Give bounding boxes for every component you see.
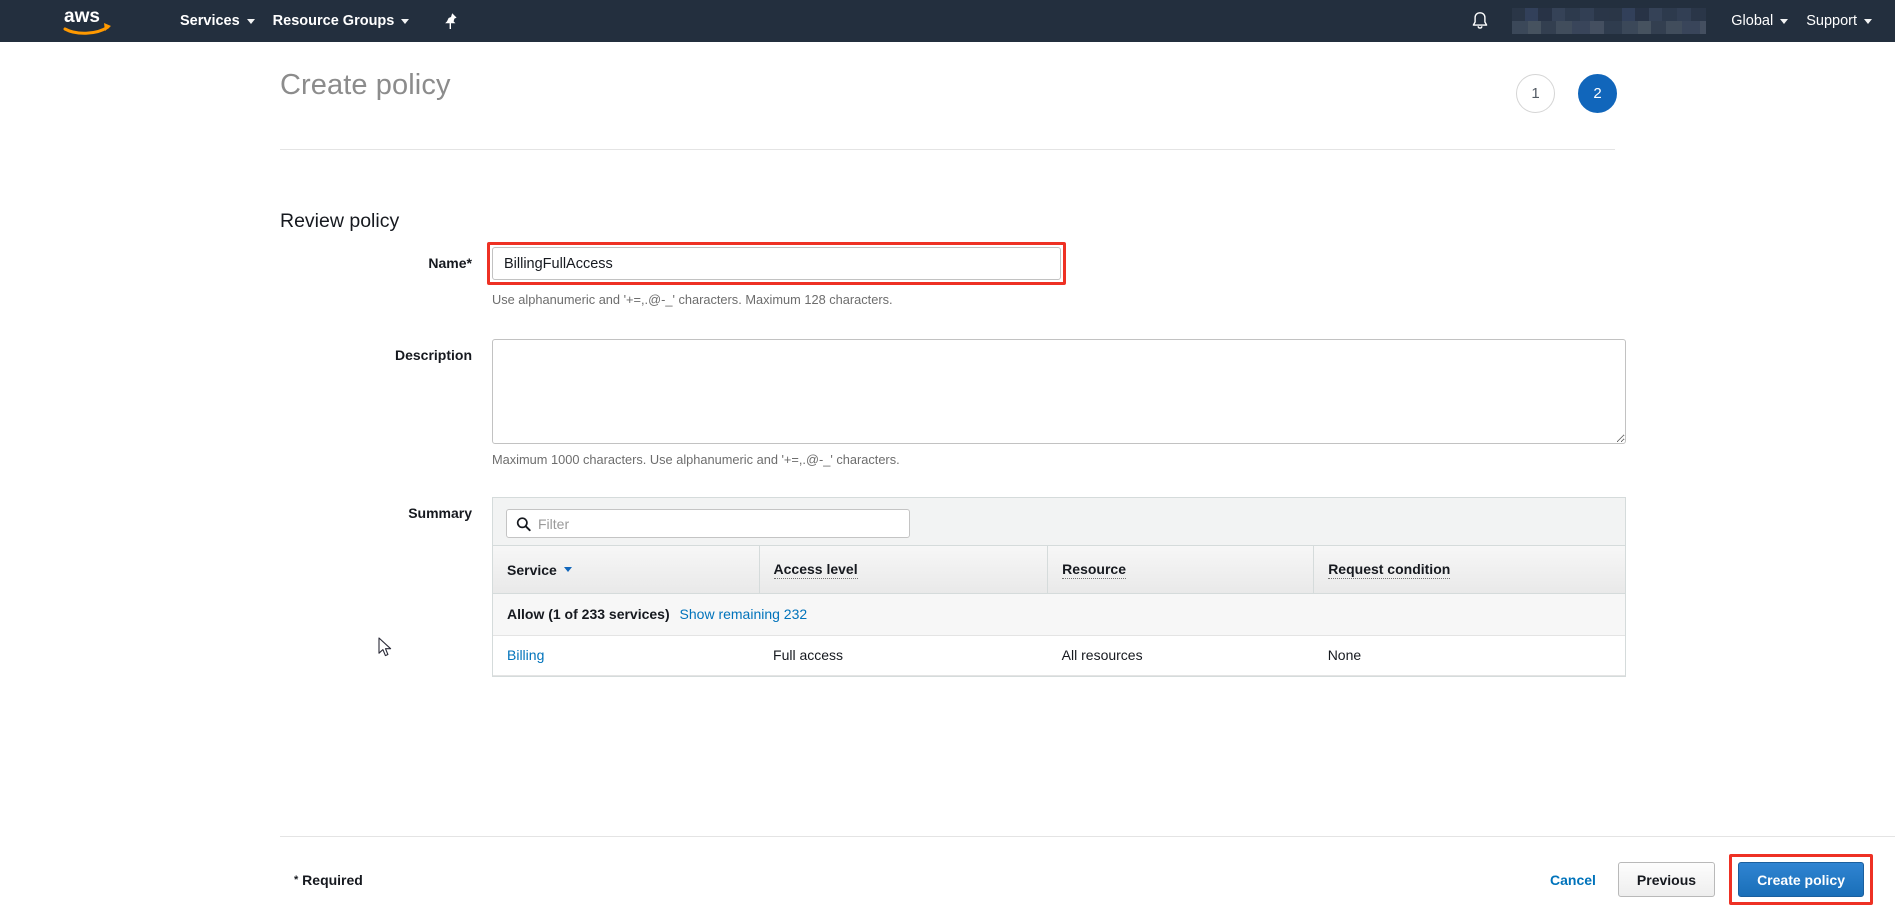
column-header-request-condition-label: Request condition [1328, 560, 1451, 579]
nav-services[interactable]: Services [171, 0, 264, 42]
summary-toolbar [493, 498, 1625, 546]
column-header-access-level[interactable]: Access level [759, 546, 1049, 594]
wizard-step-2-label: 2 [1593, 85, 1602, 102]
summary-form-row: Summary Filter Service Access level Reso… [280, 497, 1630, 677]
aws-logo[interactable]: aws [62, 5, 114, 37]
aws-top-navigation: aws Services Resource Groups Global Supp… [0, 0, 1895, 42]
account-name-redacted[interactable] [1512, 8, 1707, 34]
page-title: Create policy [280, 69, 451, 101]
service-link-billing[interactable]: Billing [507, 647, 544, 663]
wizard-step-indicator: 1 2 [1516, 74, 1617, 113]
name-hint-text: Use alphanumeric and '+=,.@-_' character… [492, 292, 893, 307]
filter-wrap [506, 509, 910, 538]
summary-group-row: Allow (1 of 233 services) Show remaining… [493, 593, 1625, 636]
summary-filter-input[interactable] [506, 509, 910, 538]
header-divider [280, 149, 1615, 150]
summary-field-wrap: Service Access level Resource [492, 497, 1630, 677]
notifications-bell-icon[interactable] [1468, 9, 1492, 33]
name-form-row: Name* Use alphanumeric and '+=,.@-_' cha… [280, 242, 1630, 307]
show-remaining-link[interactable]: Show remaining 232 [680, 606, 808, 622]
nav-right-group: Global Support [1468, 0, 1895, 42]
wizard-step-2[interactable]: 2 [1578, 74, 1617, 113]
nav-services-label: Services [180, 13, 240, 29]
cell-access-level: Full access [759, 635, 1048, 676]
chevron-down-icon [1780, 18, 1789, 24]
sort-descending-icon [563, 567, 572, 573]
pin-icon[interactable] [440, 11, 460, 31]
column-header-request-condition[interactable]: Request condition [1313, 546, 1625, 594]
page-header-area: Create policy [280, 42, 1643, 102]
page-body: Create policy 1 2 Review policy Name* Us… [0, 42, 1895, 922]
description-label: Description [394, 347, 472, 363]
nav-region-global[interactable]: Global [1722, 0, 1797, 42]
summary-table-body: Allow (1 of 233 services) Show remaining… [493, 593, 1625, 676]
name-field-wrap: Use alphanumeric and '+=,.@-_' character… [487, 242, 1630, 307]
nav-resource-groups[interactable]: Resource Groups [264, 0, 419, 42]
chevron-down-icon [246, 18, 255, 24]
column-header-resource[interactable]: Resource [1047, 546, 1315, 594]
summary-panel: Service Access level Resource [492, 497, 1626, 677]
nav-resource-groups-label: Resource Groups [272, 13, 395, 29]
wizard-step-1-label: 1 [1531, 85, 1540, 102]
summary-group-cell: Allow (1 of 233 services) Show remaining… [493, 593, 1625, 636]
summary-group-label: Allow (1 of 233 services) [507, 606, 670, 622]
cell-service: Billing [493, 635, 760, 676]
description-field-wrap: Maximum 1000 characters. Use alphanumeri… [492, 339, 1630, 467]
summary-table: Service Access level Resource Request co… [493, 546, 1625, 676]
wizard-step-1[interactable]: 1 [1516, 74, 1555, 113]
svg-text:aws: aws [64, 6, 100, 27]
policy-name-input[interactable] [492, 247, 1061, 280]
summary-table-head: Service Access level Resource Request co… [493, 546, 1625, 594]
summary-table-header-row: Service Access level Resource Request co… [493, 546, 1625, 594]
description-form-row: Description Maximum 1000 characters. Use… [280, 339, 1630, 467]
policy-description-textarea[interactable] [492, 339, 1626, 444]
column-header-service-label: Service [507, 561, 557, 578]
nav-support[interactable]: Support [1797, 0, 1881, 42]
aws-logo-icon: aws [63, 6, 111, 35]
summary-label: Summary [408, 505, 472, 521]
chevron-down-icon [1864, 18, 1872, 24]
chevron-down-icon [401, 18, 410, 24]
name-input-highlight-box [487, 242, 1066, 285]
nav-support-label: Support [1806, 13, 1857, 29]
cell-request-condition: None [1313, 635, 1625, 676]
section-title: Review policy [280, 210, 400, 232]
cell-resource: All resources [1047, 635, 1314, 676]
column-header-service[interactable]: Service [493, 546, 760, 594]
pin-glyph-icon [445, 13, 457, 29]
column-header-resource-label: Resource [1062, 560, 1126, 579]
name-label: Name* [428, 255, 472, 271]
nav-region-label: Global [1731, 13, 1774, 29]
description-hint-text: Maximum 1000 characters. Use alphanumeri… [492, 452, 900, 467]
table-row: Billing Full access All resources None [493, 635, 1625, 676]
column-header-access-level-label: Access level [773, 560, 858, 579]
wizard-footer-bar: * Required Cancel Previous Create policy [280, 836, 1895, 922]
bell-glyph-icon [1472, 12, 1488, 29]
review-policy-form: Name* Use alphanumeric and '+=,.@-_' cha… [280, 242, 1630, 677]
